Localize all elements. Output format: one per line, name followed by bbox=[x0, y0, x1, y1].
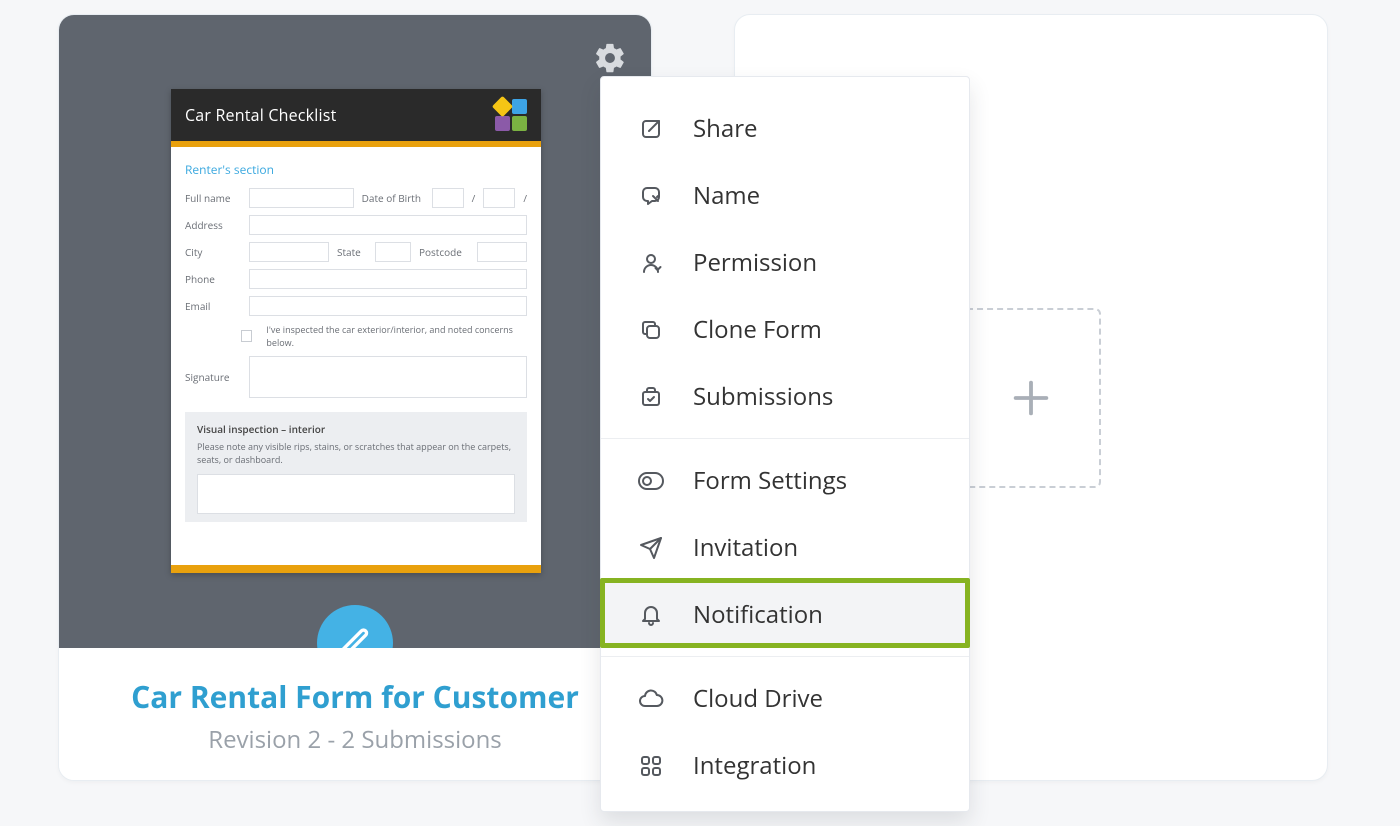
share-icon bbox=[637, 115, 665, 143]
label-inspected: I've inspected the car exterior/interior… bbox=[266, 323, 527, 349]
menu-divider bbox=[601, 656, 969, 657]
label-email: Email bbox=[185, 299, 241, 313]
preview-header: Car Rental Checklist bbox=[171, 89, 541, 141]
label-full-name: Full name bbox=[185, 191, 241, 205]
label-state: State bbox=[337, 245, 367, 259]
clone-icon bbox=[637, 316, 665, 344]
form-card-preview-area: Car Rental Checklist Renter's section Fu… bbox=[59, 15, 651, 649]
date-sep: / bbox=[523, 191, 527, 205]
menu-item-integration[interactable]: Integration bbox=[601, 732, 969, 799]
menu-item-cloud-drive[interactable]: Cloud Drive bbox=[601, 665, 969, 732]
subsection-desc: Please note any visible rips, stains, or… bbox=[197, 440, 515, 466]
name-icon bbox=[637, 182, 665, 210]
checkbox-inspected bbox=[241, 330, 252, 342]
form-title[interactable]: Car Rental Form for Customer bbox=[131, 676, 579, 717]
permission-icon bbox=[637, 249, 665, 277]
label-address: Address bbox=[185, 218, 241, 232]
form-context-menu: Share Name Permission Clone Form Submiss… bbox=[600, 76, 970, 812]
date-sep: / bbox=[472, 191, 476, 205]
toggle-icon bbox=[637, 467, 665, 495]
menu-item-permission[interactable]: Permission bbox=[601, 229, 969, 296]
add-form-placeholder bbox=[961, 308, 1101, 488]
form-card[interactable]: Car Rental Checklist Renter's section Fu… bbox=[58, 14, 652, 781]
label-postcode: Postcode bbox=[419, 245, 469, 259]
preview-logo-icon bbox=[495, 99, 527, 131]
menu-item-label: Form Settings bbox=[693, 464, 847, 497]
paper-plane-icon bbox=[637, 534, 665, 562]
edit-form-button[interactable] bbox=[317, 605, 393, 649]
menu-item-label: Cloud Drive bbox=[693, 682, 823, 715]
label-city: City bbox=[185, 245, 241, 259]
menu-item-notification[interactable]: Notification bbox=[601, 581, 969, 648]
menu-item-label: Permission bbox=[693, 246, 817, 279]
preview-title: Car Rental Checklist bbox=[185, 104, 336, 126]
form-subtitle: Revision 2 - 2 Submissions bbox=[208, 723, 501, 756]
pencil-icon bbox=[338, 626, 372, 649]
label-signature: Signature bbox=[185, 370, 241, 384]
menu-divider bbox=[601, 438, 969, 439]
menu-item-share[interactable]: Share bbox=[601, 95, 969, 162]
menu-item-clone[interactable]: Clone Form bbox=[601, 296, 969, 363]
label-dob: Date of Birth bbox=[362, 191, 424, 205]
preview-section-title: Renter's section bbox=[185, 161, 527, 178]
menu-item-label: Submissions bbox=[693, 380, 833, 413]
menu-item-name[interactable]: Name bbox=[601, 162, 969, 229]
grid-icon bbox=[637, 752, 665, 780]
menu-item-form-settings[interactable]: Form Settings bbox=[601, 447, 969, 514]
label-phone: Phone bbox=[185, 272, 241, 286]
gear-icon[interactable] bbox=[593, 41, 627, 75]
menu-item-label: Invitation bbox=[693, 531, 798, 564]
plus-icon bbox=[1008, 375, 1054, 421]
submissions-icon bbox=[637, 383, 665, 411]
menu-item-label: Notification bbox=[693, 598, 823, 631]
menu-item-invitation[interactable]: Invitation bbox=[601, 514, 969, 581]
cloud-icon bbox=[637, 685, 665, 713]
menu-item-label: Integration bbox=[693, 749, 816, 782]
menu-item-submissions[interactable]: Submissions bbox=[601, 363, 969, 430]
subsection-title: Visual inspection – interior bbox=[197, 422, 515, 436]
menu-item-label: Name bbox=[693, 179, 760, 212]
bell-icon bbox=[637, 601, 665, 629]
menu-item-label: Share bbox=[693, 112, 758, 145]
form-preview: Car Rental Checklist Renter's section Fu… bbox=[171, 89, 541, 573]
menu-item-label: Clone Form bbox=[693, 313, 822, 346]
